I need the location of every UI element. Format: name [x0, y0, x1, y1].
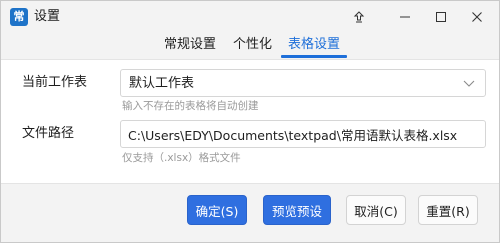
chevron-down-icon: [463, 80, 475, 87]
file-path-label: 文件路径: [22, 126, 75, 141]
minimize-icon: [400, 16, 410, 18]
tab-bar: 常规设置 个性化 表格设置: [1, 33, 499, 59]
reset-button[interactable]: 重置(R): [418, 195, 478, 225]
settings-window: 常 设置 常规设置 个性化 表格设置 当前工作表 默认工作表 输入不存在的表格将…: [0, 0, 500, 243]
tab-personalization[interactable]: 个性化: [233, 36, 272, 54]
active-tab-indicator: [281, 55, 347, 58]
preview-preset-button[interactable]: 预览预设: [263, 195, 331, 225]
file-path-input[interactable]: [120, 120, 486, 148]
maximize-icon: [436, 12, 446, 22]
app-icon: 常: [10, 8, 28, 26]
close-button[interactable]: [457, 1, 497, 33]
close-icon: [472, 12, 482, 22]
settings-panel: 当前工作表 默认工作表 输入不存在的表格将自动创建 文件路径 仅支持（.xlsx…: [1, 59, 499, 183]
tab-general-settings[interactable]: 常规设置: [164, 36, 216, 54]
current-sheet-select[interactable]: 默认工作表: [120, 69, 486, 97]
file-path-hint: 仅支持（.xlsx）格式文件: [122, 152, 241, 164]
current-sheet-value: 默认工作表: [129, 76, 195, 91]
maximize-button[interactable]: [421, 1, 461, 33]
current-sheet-label: 当前工作表: [22, 75, 88, 90]
pin-icon: [353, 11, 365, 23]
tab-table-settings[interactable]: 表格设置: [288, 36, 340, 54]
minimize-button[interactable]: [385, 1, 425, 33]
cancel-button[interactable]: 取消(C): [346, 195, 406, 225]
current-sheet-hint: 输入不存在的表格将自动创建: [122, 100, 259, 112]
title-bar[interactable]: 常 设置: [1, 1, 499, 33]
dialog-footer: 确定(S) 预览预设 取消(C) 重置(R): [1, 183, 499, 242]
pin-button[interactable]: [339, 1, 379, 33]
window-title: 设置: [34, 9, 61, 24]
confirm-button[interactable]: 确定(S): [187, 195, 247, 225]
